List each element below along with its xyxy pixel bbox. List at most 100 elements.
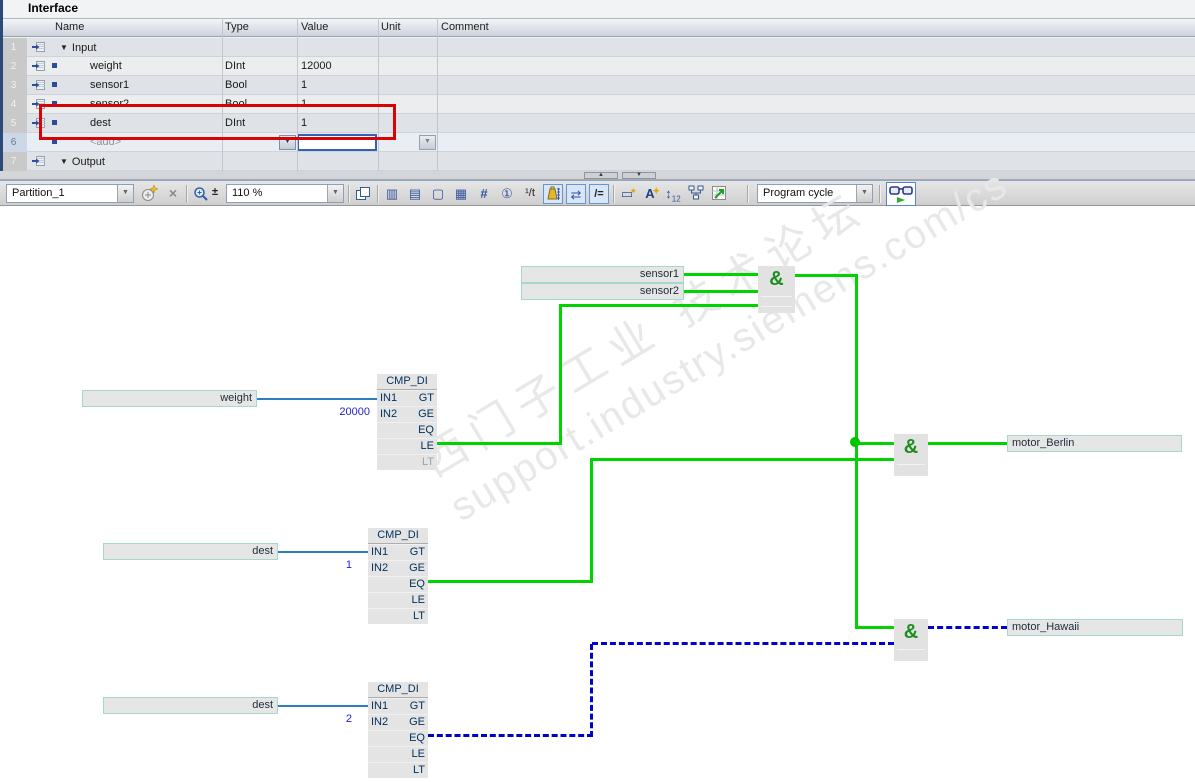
column-header-value[interactable]: Value xyxy=(301,21,328,33)
cmp-block-1[interactable]: CMP_DI IN1 GT IN2 GE EQ LE LT xyxy=(377,374,437,470)
row-type[interactable]: Bool xyxy=(222,95,297,114)
constant-2[interactable]: 2 xyxy=(252,713,352,725)
network-event-select[interactable]: Program cycle ▼ xyxy=(757,184,873,203)
column-header-unit[interactable]: Unit xyxy=(381,21,401,33)
table-row-sensor2[interactable]: 4 sensor2 Bool 1 xyxy=(0,95,1195,114)
table-row-input[interactable]: 1 ▼ Input xyxy=(0,38,1195,57)
port-in1[interactable]: IN1 xyxy=(371,545,388,560)
operand-sensor2[interactable]: sensor2 xyxy=(521,283,684,300)
chevron-down-icon[interactable]: ▼ xyxy=(327,185,343,202)
wire-weight-to-cmp1 xyxy=(257,398,377,400)
port-eq[interactable]: EQ xyxy=(418,423,434,438)
collapse-triangle-icon[interactable]: ▼ xyxy=(60,38,68,57)
window-layout-icon[interactable] xyxy=(353,184,373,204)
port-eq[interactable]: EQ xyxy=(409,731,425,746)
declaration-icon xyxy=(27,57,50,76)
absolute-symbolic-icon[interactable]: ¹/t xyxy=(520,184,540,204)
zoom-icon[interactable] xyxy=(191,184,211,204)
type-dropdown-button[interactable]: ▼ xyxy=(279,135,296,150)
monitoring-glasses-icon[interactable] xyxy=(886,182,916,206)
port-le[interactable]: LE xyxy=(421,439,434,454)
port-lt[interactable]: LT xyxy=(413,609,425,624)
row-value[interactable]: 12000 xyxy=(297,57,378,76)
port-ge[interactable]: GE xyxy=(409,561,425,576)
row-type[interactable]: DInt xyxy=(222,114,297,133)
table-row-weight[interactable]: 2 weight DInt 12000 xyxy=(0,57,1195,76)
constant-1[interactable]: 1 xyxy=(252,559,352,571)
column-header-comment[interactable]: Comment xyxy=(441,21,489,33)
partition-select[interactable]: Partition_1 ▼ xyxy=(6,184,134,203)
wire-sensor1-to-and1 xyxy=(684,273,760,276)
port-lt[interactable]: LT xyxy=(413,763,425,778)
chevron-down-icon[interactable]: ▼ xyxy=(117,185,133,202)
splitter-collapse-up-button[interactable]: ▲ xyxy=(584,172,618,179)
cmp-block-2[interactable]: CMP_DI IN1 GT IN2 GE EQ LE LT xyxy=(368,528,428,624)
and-gate-3[interactable]: & xyxy=(894,619,928,661)
row-type[interactable]: Bool xyxy=(222,76,297,95)
chevron-down-icon[interactable]: ▼ xyxy=(856,185,872,202)
port-eq[interactable]: EQ xyxy=(409,577,425,592)
port-gt[interactable]: GT xyxy=(410,545,425,560)
toggle-comment-icon[interactable]: /= xyxy=(589,184,609,204)
port-in2[interactable]: IN2 xyxy=(371,561,388,576)
port-in1[interactable]: IN1 xyxy=(380,391,397,406)
signal-flow-icon[interactable]: ⇄ xyxy=(566,184,586,204)
port-lt[interactable]: LT xyxy=(422,455,434,470)
port-le[interactable]: LE xyxy=(412,747,425,762)
table-row-add[interactable]: 6 <add> ▼ ▼ xyxy=(0,133,1195,152)
port-gt[interactable]: GT xyxy=(410,699,425,714)
port-ge[interactable]: GE xyxy=(418,407,434,422)
operand-dest-1[interactable]: dest xyxy=(103,543,278,560)
zoom-level-select[interactable]: 110 % ▼ xyxy=(226,184,344,203)
table-row-dest[interactable]: 5 dest DInt 1 xyxy=(0,114,1195,133)
sequence-numbers-icon[interactable]: ① xyxy=(497,184,517,204)
table-row-sensor1[interactable]: 3 sensor1 Bool 1 xyxy=(0,76,1195,95)
splitter-collapse-down-button[interactable]: ▼ xyxy=(622,172,656,179)
networks-overview-icon[interactable] xyxy=(686,184,706,204)
and-gate-1[interactable]: & xyxy=(758,266,795,313)
port-ge[interactable]: GE xyxy=(409,715,425,730)
port-in2[interactable]: IN2 xyxy=(380,407,397,422)
new-comment-icon[interactable]: A ✦ xyxy=(640,184,660,204)
port-gt[interactable]: GT xyxy=(419,391,434,406)
column-divider xyxy=(222,18,223,171)
operand-dest-2[interactable]: dest xyxy=(103,697,278,714)
column-header-type[interactable]: Type xyxy=(225,21,249,33)
port-in2[interactable]: IN2 xyxy=(371,715,388,730)
unit-dropdown-button[interactable]: ▼ xyxy=(419,135,436,150)
operand-weight-icon[interactable] xyxy=(543,184,563,204)
row-value[interactable]: 1 xyxy=(297,76,378,95)
cmp-block-3[interactable]: CMP_DI IN1 GT IN2 GE EQ LE LT xyxy=(368,682,428,778)
snap-grid-icon[interactable]: # xyxy=(474,184,494,204)
dashed-box-icon[interactable]: ▢ xyxy=(428,184,448,204)
pane-splitter[interactable]: ▲ ▼ xyxy=(0,171,1195,180)
new-block-icon[interactable]: ▭ ✦ xyxy=(617,184,637,204)
collapse-triangle-icon[interactable]: ▼ xyxy=(60,152,68,171)
operand-sensor1[interactable]: sensor1 xyxy=(521,266,684,283)
numbered-grid-icon[interactable]: ▦ xyxy=(451,184,471,204)
operand-motor-berlin[interactable]: motor_Berlin xyxy=(1007,435,1182,452)
row-type[interactable]: DInt xyxy=(222,57,297,76)
row-value[interactable]: 1 xyxy=(297,114,378,133)
grid-columns-icon[interactable]: ▥ xyxy=(382,184,402,204)
goto-table-icon[interactable] xyxy=(709,184,729,204)
and-gate-2[interactable]: & xyxy=(894,434,928,476)
port-in1[interactable]: IN1 xyxy=(371,699,388,714)
column-header-name[interactable]: Name xyxy=(55,21,84,33)
constant-20000[interactable]: 20000 xyxy=(270,406,370,418)
operand-motor-hawaii[interactable]: motor_Hawaii xyxy=(1007,619,1183,636)
value-edit-cell[interactable] xyxy=(297,134,377,151)
operand-weight[interactable]: weight xyxy=(82,390,257,407)
zoom-plusminus-icon[interactable]: ± xyxy=(212,186,218,198)
row-number: 6 xyxy=(0,133,27,152)
row-value[interactable]: 1 xyxy=(297,95,378,114)
port-le[interactable]: LE xyxy=(412,593,425,608)
toolbar-separator xyxy=(613,185,615,203)
new-partition-icon[interactable] xyxy=(140,184,160,204)
renumber-icon[interactable]: ↕12 xyxy=(663,184,683,204)
table-row-output[interactable]: 7 ▼ Output xyxy=(0,152,1195,171)
delete-partition-icon[interactable]: × xyxy=(163,184,183,204)
wire-sensor2-to-and1 xyxy=(684,290,760,293)
interface-panel-title: Interface xyxy=(28,1,79,15)
insert-row-icon[interactable]: ▤ xyxy=(405,184,425,204)
